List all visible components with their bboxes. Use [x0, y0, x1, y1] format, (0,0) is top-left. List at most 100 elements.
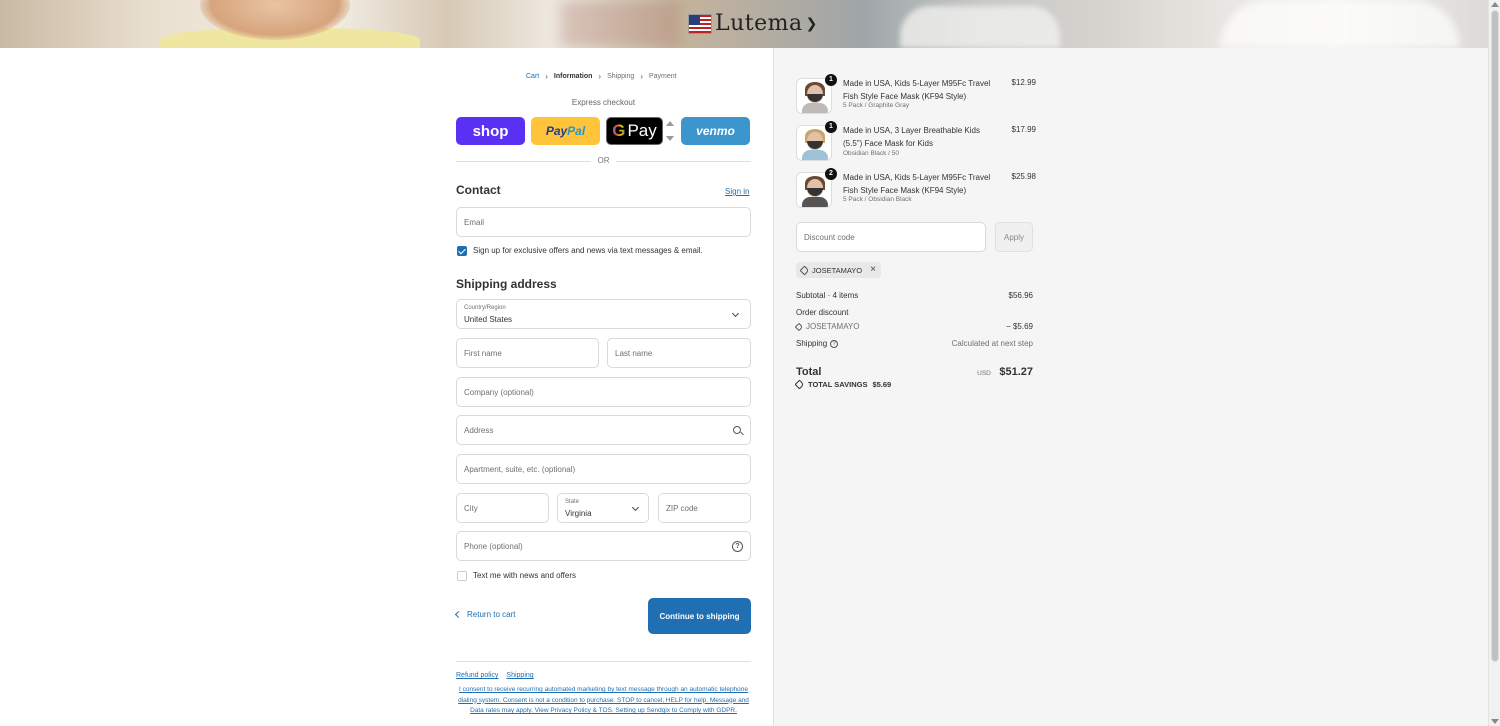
- bird-icon: ❯: [805, 15, 818, 31]
- footer-divider: [456, 661, 751, 662]
- shipping-value: Calculated at next step: [951, 339, 1033, 348]
- shipping-address-title: Shipping address: [456, 277, 557, 291]
- phone-field[interactable]: Phone (optional) ?: [456, 531, 751, 561]
- last-name-placeholder: Last name: [615, 349, 653, 358]
- google-pay-label: Pay: [627, 121, 657, 140]
- help-icon[interactable]: ?: [732, 541, 743, 552]
- return-to-cart-link[interactable]: Return to cart: [454, 610, 515, 619]
- thumb-body: [802, 197, 828, 207]
- google-pay-button[interactable]: G Pay: [606, 117, 663, 145]
- email-field[interactable]: Email: [456, 207, 751, 237]
- discount-code-field[interactable]: Discount code: [796, 222, 986, 252]
- shop-pay-button[interactable]: shop: [456, 117, 525, 145]
- first-name-field[interactable]: First name: [456, 338, 599, 368]
- country-label: Country/Region: [464, 305, 506, 311]
- apartment-placeholder: Apartment, suite, etc. (optional): [464, 465, 576, 474]
- total-amount-group: USD $51.27: [977, 362, 1033, 380]
- chevron-left-icon: [454, 610, 463, 619]
- tag-icon: [794, 322, 804, 331]
- email-placeholder: Email: [464, 218, 485, 227]
- city-field[interactable]: City: [456, 493, 549, 523]
- scrollbar-thumb[interactable]: [1491, 10, 1499, 662]
- state-select[interactable]: State Virginia: [557, 493, 649, 523]
- company-placeholder: Company (optional): [464, 388, 534, 397]
- sign-in-link[interactable]: Sign in: [725, 187, 749, 196]
- page-scrollbar[interactable]: [1488, 0, 1500, 726]
- item-title: Made in USA, 3 Layer Breathable Kids (5.…: [843, 126, 980, 148]
- paypal-button[interactable]: Pay Pal: [531, 117, 600, 145]
- venmo-button[interactable]: venmo: [681, 117, 750, 145]
- footer-links: Refund policy Shipping: [456, 672, 534, 679]
- quantity-badge: 1: [825, 74, 837, 86]
- logo-text: Lutema: [715, 11, 803, 36]
- divider-line: [616, 161, 751, 162]
- breadcrumb: Cart › Information › Shipping › Payment: [526, 72, 677, 81]
- paypal-logo-pay: Pay: [545, 124, 568, 138]
- chevron-right-icon: ›: [640, 72, 643, 81]
- shipping-policy-link[interactable]: Shipping: [506, 672, 533, 679]
- chevron-right-icon: ›: [545, 72, 548, 81]
- zip-field[interactable]: ZIP code: [658, 493, 751, 523]
- scroll-up-icon[interactable]: [1491, 2, 1499, 7]
- item-title: Made in USA, Kids 5-Layer M95Fc Travel F…: [843, 173, 991, 195]
- last-name-field[interactable]: Last name: [607, 338, 751, 368]
- zip-placeholder: ZIP code: [666, 504, 698, 513]
- breadcrumb-payment: Payment: [649, 73, 677, 80]
- subtotal-label: Subtotal · 4 items: [796, 291, 859, 300]
- item-variant: 5 Pack / Graphite Gray: [843, 102, 910, 109]
- item-variant: Obsidian Black / 50: [843, 150, 900, 157]
- breadcrumb-cart[interactable]: Cart: [526, 73, 539, 80]
- country-value: United States: [464, 315, 513, 324]
- order-item: 2 Made in USA, Kids 5-Layer M95Fc Travel…: [796, 168, 1036, 212]
- apply-discount-button[interactable]: Apply: [995, 222, 1033, 252]
- close-icon[interactable]: ×: [870, 264, 876, 276]
- continue-to-shipping-button[interactable]: Continue to shipping: [648, 598, 751, 634]
- thumb-body: [802, 150, 828, 160]
- savings-value: $5.69: [872, 380, 892, 389]
- order-item: 1 Made in USA, Kids 5-Layer M95Fc Travel…: [796, 74, 1036, 118]
- discount-code-label: JOSETAMAYO: [794, 322, 860, 331]
- shipping-label: Shipping: [796, 339, 828, 348]
- subtotal-value: $56.96: [1008, 291, 1033, 300]
- item-price: $25.98: [1011, 172, 1036, 181]
- us-flag-icon: [688, 13, 712, 34]
- scroll-down-icon[interactable]: [1491, 719, 1499, 724]
- text-me-checkbox[interactable]: [457, 571, 467, 581]
- applied-code-text: JOSETAMAYO: [812, 265, 863, 275]
- continue-label: Continue to shipping: [659, 611, 740, 621]
- total-row: Total USD $51.27: [796, 362, 1033, 380]
- marketing-checkbox[interactable]: [457, 246, 467, 256]
- company-field[interactable]: Company (optional): [456, 377, 751, 407]
- total-label: Total: [796, 366, 822, 378]
- chevron-right-icon: ›: [598, 72, 602, 81]
- subtotal-row: Subtotal · 4 items $56.96: [796, 291, 1033, 300]
- address-field[interactable]: Address: [456, 415, 751, 445]
- total-savings: TOTAL SAVINGS $5.69: [794, 379, 892, 390]
- discount-value: − $5.69: [1006, 322, 1033, 331]
- sms-consent-link[interactable]: I consent to receive recurring automated…: [456, 685, 751, 717]
- applied-discount-chip: JOSETAMAYO ×: [796, 262, 881, 278]
- first-name-placeholder: First name: [464, 349, 502, 358]
- discount-placeholder: Discount code: [804, 233, 855, 242]
- store-logo[interactable]: Lutema ❯: [688, 11, 817, 36]
- phone-placeholder: Phone (optional): [464, 542, 523, 551]
- country-select[interactable]: Country/Region United States: [456, 299, 751, 329]
- google-pay-scroll-control[interactable]: [665, 119, 674, 143]
- savings-label: TOTAL SAVINGS: [808, 380, 868, 389]
- chevron-down-icon: [731, 309, 740, 318]
- paypal-logo-pal: Pal: [567, 124, 586, 138]
- marketing-checkbox-label: Sign up for exclusive offers and news vi…: [473, 246, 703, 255]
- shop-pay-logo: shop: [472, 122, 509, 140]
- quantity-badge: 1: [825, 121, 837, 133]
- apartment-field[interactable]: Apartment, suite, etc. (optional): [456, 454, 751, 484]
- express-checkout-label: Express checkout: [571, 98, 636, 107]
- refund-policy-link[interactable]: Refund policy: [456, 672, 498, 679]
- state-value: Virginia: [565, 509, 592, 518]
- apply-label: Apply: [1003, 232, 1024, 242]
- help-icon[interactable]: ?: [830, 339, 839, 348]
- contact-title: Contact: [456, 183, 501, 197]
- tag-icon: [799, 265, 810, 275]
- banner-photo-car-2: [1220, 0, 1460, 48]
- discount-code-row: JOSETAMAYO − $5.69: [794, 322, 1033, 331]
- order-item: 1 Made in USA, 3 Layer Breathable Kids (…: [796, 121, 1036, 165]
